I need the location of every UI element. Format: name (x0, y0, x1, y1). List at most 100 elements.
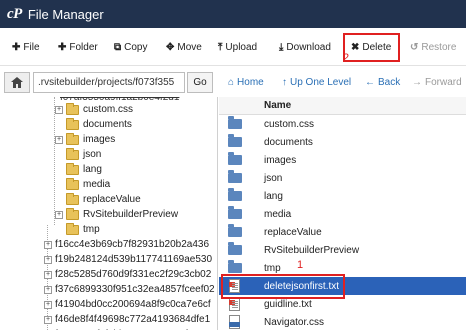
folder-icon (228, 188, 242, 201)
restore-button[interactable]: ↺ Restore (410, 28, 456, 66)
selected-file-highlight-box (221, 274, 345, 299)
forward-label: Forward (425, 76, 462, 88)
copy-icon: ⧉ (114, 41, 122, 53)
tree-folder-customcss[interactable]: + custom.css (55, 102, 133, 117)
file-list-header: Name (219, 97, 466, 115)
annotation-marker-1: 1 (297, 259, 304, 271)
file-row-lang[interactable]: lang (219, 187, 466, 205)
home-nav-label: Home (237, 76, 264, 88)
path-bar: .rvsitebuilder/projects/f073f355 Go (0, 67, 218, 97)
app-header: cP File Manager (0, 0, 466, 28)
tree-folder-hash[interactable]: + f16cc4e3b69cb7f82931b20b2a436 (44, 237, 209, 252)
cpanel-logo[interactable]: cP (7, 6, 22, 23)
tree-item-label: RvSitebuilderPreview (83, 209, 179, 220)
tree-item-label: documents (83, 119, 132, 130)
go-button[interactable]: Go (187, 72, 213, 93)
file-name: RvSitebuilderPreview (264, 244, 360, 256)
folder-icon (228, 170, 242, 183)
tree-folder-media[interactable]: media (66, 177, 110, 192)
home-directory-button[interactable] (4, 72, 30, 93)
tree-item-label: f28c5285d760d9f331ec2f29c3cb02 (55, 269, 212, 280)
tree-folder-hash[interactable]: + f46de8f4f49698c772a4193684dfe1 (44, 312, 210, 327)
tree-folder-images[interactable]: + images (55, 132, 115, 147)
file-row-customcss[interactable]: custom.css (219, 115, 466, 133)
app-title: File Manager (27, 6, 104, 22)
folder-icon (66, 222, 79, 235)
file-row-rvsitebuilderpreview[interactable]: RvSitebuilderPreview (219, 241, 466, 259)
folder-icon (228, 242, 242, 255)
folder-icon (228, 116, 242, 129)
folder-icon (66, 117, 79, 130)
forward-button[interactable]: → Forward (412, 67, 462, 97)
expand-icon[interactable]: + (44, 300, 52, 309)
download-button[interactable]: ⤓ Download (279, 28, 331, 66)
tree-folder-json[interactable]: json (66, 147, 101, 162)
expand-icon[interactable]: + (55, 135, 63, 144)
move-icon: ✥ (166, 41, 175, 53)
back-label: Back (378, 76, 401, 88)
copy-label: Copy (124, 41, 148, 53)
file-row-replacevalue[interactable]: replaceValue (219, 223, 466, 241)
path-input[interactable]: .rvsitebuilder/projects/f073f355 (33, 72, 185, 93)
tree-item-label: media (83, 179, 111, 190)
home-nav-button[interactable]: ⌂ Home (228, 67, 264, 97)
column-header-name[interactable]: Name (264, 100, 291, 111)
expand-icon[interactable]: + (44, 285, 52, 294)
tree-item-label: lang (83, 164, 102, 175)
home-icon: ⌂ (228, 76, 235, 88)
file-row-images[interactable]: images (219, 151, 466, 169)
tree-folder-hash[interactable]: + f28c5285d760d9f331ec2f29c3cb02 (44, 267, 211, 282)
restore-label: Restore (421, 41, 457, 53)
file-name: media (264, 208, 292, 220)
expand-icon[interactable]: + (44, 240, 52, 249)
upload-icon: ⤒ (218, 41, 223, 53)
folder-icon (66, 147, 79, 160)
new-folder-button[interactable]: ✚ Folder (58, 28, 98, 66)
move-button[interactable]: ✥ Move (166, 28, 202, 66)
tree-folder-replacevalue[interactable]: replaceValue (66, 192, 141, 207)
tree-item-label: f46de8f4f49698c772a4193684dfe1 (55, 314, 211, 325)
tree-item-label: json (83, 149, 102, 160)
forward-arrow-icon: → (412, 76, 422, 88)
back-arrow-icon: ← (365, 76, 375, 88)
back-button[interactable]: ← Back (365, 67, 400, 97)
file-row-documents[interactable]: documents (219, 133, 466, 151)
folder-icon (66, 177, 79, 190)
new-file-button[interactable]: ✚ File (12, 28, 40, 66)
copy-button[interactable]: ⧉ Copy (114, 28, 148, 66)
tree-folder-hash[interactable]: + f41904bd0cc200694a8f9c0ca7e6cf (44, 297, 211, 312)
annotation-marker-2: 2 (343, 52, 350, 64)
house-icon (11, 77, 23, 88)
new-file-label: File (23, 41, 40, 53)
tree-folder-rvsitebuilderpreview[interactable]: + RvSitebuilderPreview (55, 207, 178, 222)
file-row-json[interactable]: json (219, 169, 466, 187)
file-row-navigator-css[interactable]: Navigator.css (219, 313, 466, 330)
plus-icon: ✚ (12, 41, 21, 53)
tree-folder-hash[interactable]: + f37c6899330f951c32ea4857fceef02 (44, 282, 215, 297)
folder-icon (66, 207, 79, 220)
file-name: replaceValue (264, 226, 322, 238)
expand-icon[interactable]: + (55, 105, 63, 114)
expand-icon[interactable]: + (44, 315, 52, 324)
tree-folder-documents[interactable]: documents (66, 117, 132, 132)
file-name: lang (264, 190, 283, 202)
up-one-level-button[interactable]: ↑ Up One Level (282, 67, 351, 97)
css-file-icon (229, 315, 240, 329)
tree-item-label: replaceValue (83, 194, 141, 205)
expand-icon[interactable]: + (44, 255, 52, 264)
expand-icon[interactable]: + (44, 270, 52, 279)
restore-icon: ↺ (410, 41, 419, 53)
upload-button[interactable]: ⤒ Upload (218, 28, 257, 66)
tree-item-label: f19b248124d539b117741169ae530 (55, 254, 213, 265)
file-name: Navigator.css (264, 316, 325, 328)
tree-item-label: f41904bd0cc200694a8f9c0ca7e6cf (55, 299, 211, 310)
file-name: tmp (264, 262, 281, 274)
file-row-media[interactable]: media (219, 205, 466, 223)
directory-tree: f07af3550a9ff1a2b0e4f2d1 + custom.css do… (0, 97, 218, 330)
expand-icon[interactable]: + (55, 210, 63, 219)
file-name: guidline.txt (264, 298, 312, 310)
tree-folder-tmp[interactable]: tmp (66, 222, 100, 237)
tree-folder-hash[interactable]: + f19b248124d539b117741169ae530 (44, 252, 212, 267)
tree-folder-lang[interactable]: lang (66, 162, 102, 177)
folder-icon (66, 192, 79, 205)
